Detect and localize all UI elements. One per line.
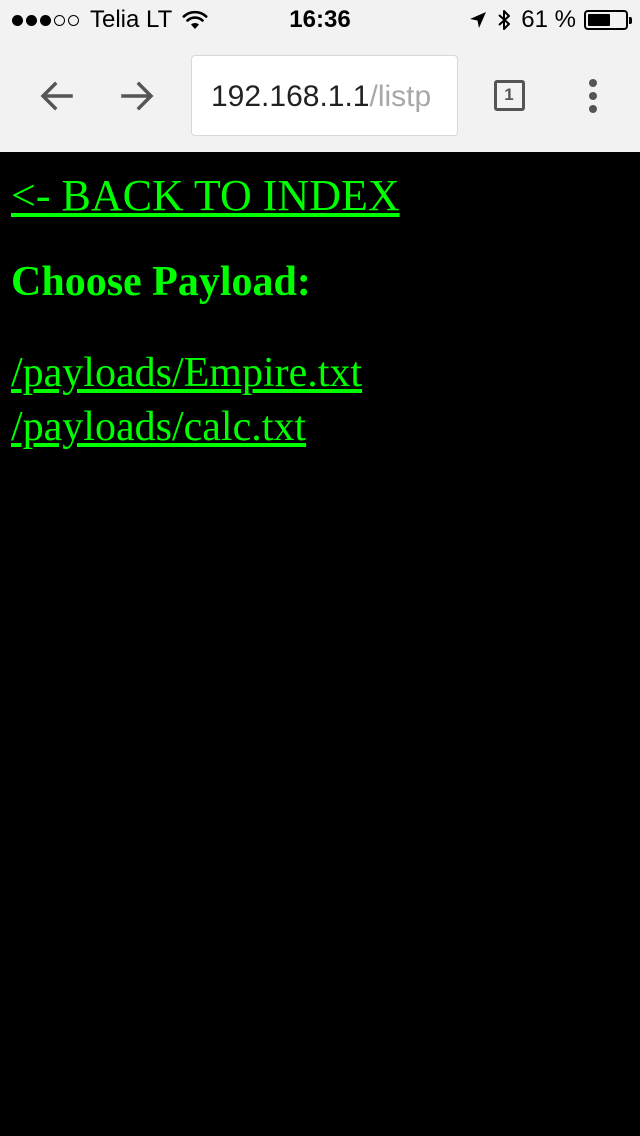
status-right: 61 %: [469, 6, 632, 34]
forward-button[interactable]: [109, 68, 165, 124]
menu-dot: [589, 92, 597, 100]
menu-dot: [589, 105, 597, 113]
url-path: /listp: [369, 80, 432, 113]
arrow-left-icon: [40, 81, 73, 111]
more-menu-button[interactable]: [570, 68, 616, 124]
battery-tip: [629, 17, 632, 24]
location-arrow-icon: [470, 12, 487, 28]
menu-dot: [589, 79, 597, 87]
arrow-right-icon: [121, 81, 154, 111]
web-page: <- BACK TO INDEX Choose Payload: /payloa…: [0, 152, 640, 1136]
payload-list: /payloads/Empire.txt /payloads/calc.txt: [11, 346, 362, 454]
page-heading: Choose Payload:: [11, 259, 311, 305]
back-to-index-link[interactable]: <- BACK TO INDEX: [11, 170, 400, 221]
back-button[interactable]: [29, 68, 85, 124]
tab-switcher-button[interactable]: 1: [484, 70, 534, 120]
address-bar[interactable]: 192.168.1.1/listp: [191, 55, 458, 136]
payload-link-empire[interactable]: /payloads/Empire.txt: [11, 346, 362, 400]
status-bar: Telia LT 16:36 61 %: [0, 0, 640, 40]
battery-icon: [584, 10, 632, 30]
payload-link-calc[interactable]: /payloads/calc.txt: [11, 400, 362, 454]
url-host: 192.168.1.1: [211, 80, 370, 113]
battery-level-fill: [588, 14, 610, 26]
bluetooth-icon: [498, 10, 511, 30]
browser-toolbar: 192.168.1.1/listp 1: [0, 40, 640, 152]
battery-percentage: 61 %: [521, 6, 576, 33]
tab-count-icon: 1: [493, 79, 525, 111]
